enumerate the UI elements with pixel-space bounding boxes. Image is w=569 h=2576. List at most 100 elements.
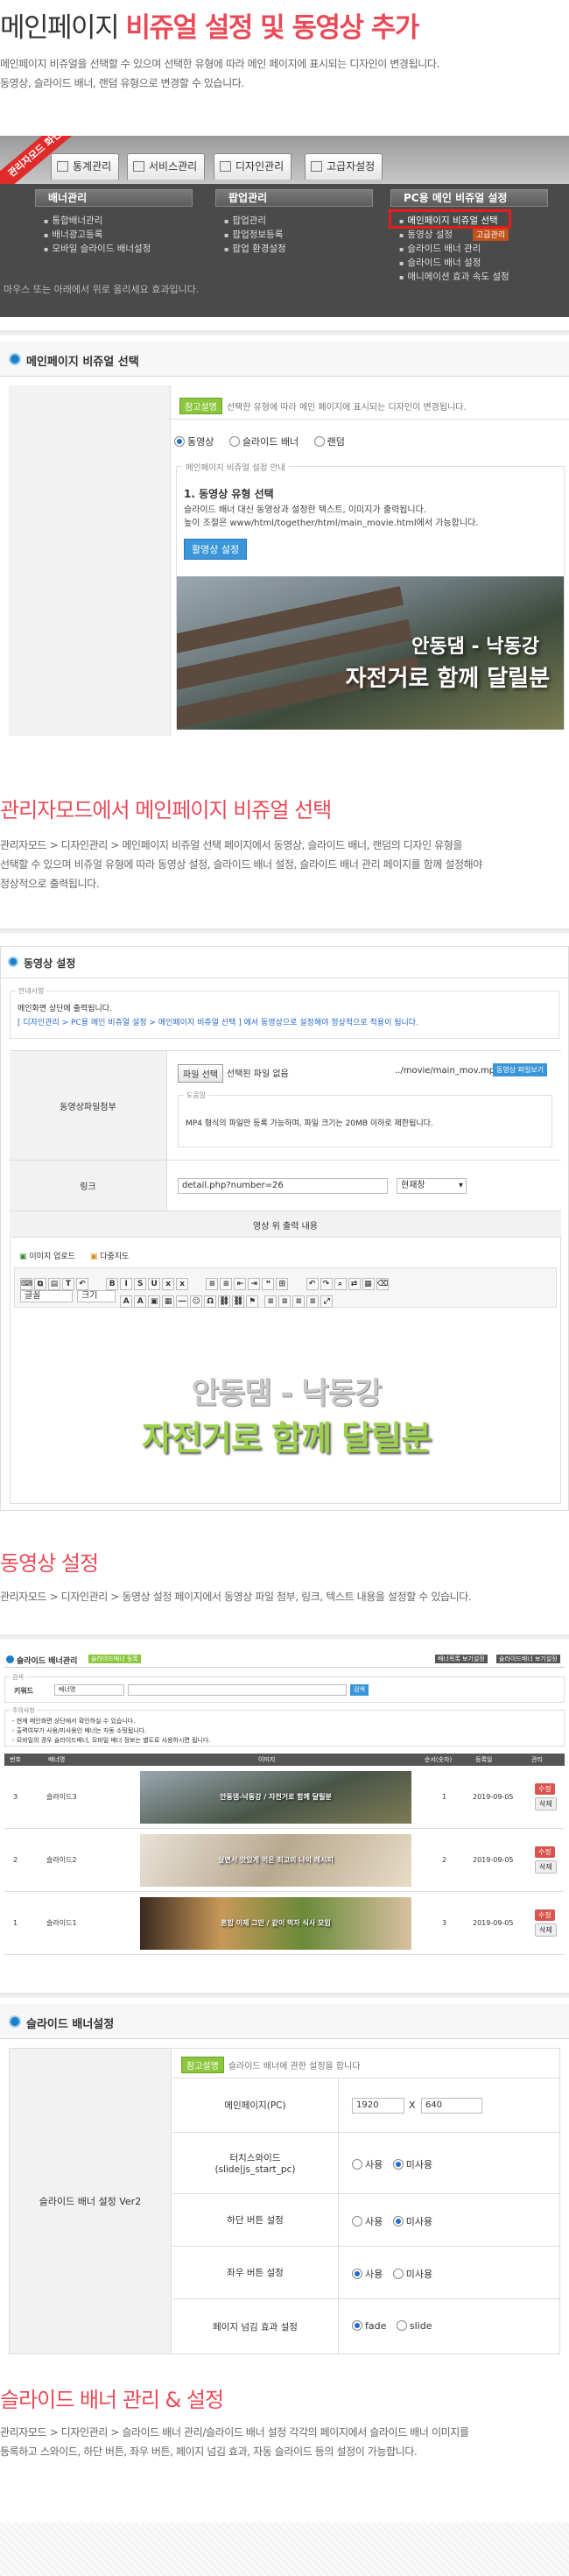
tab-stats[interactable]: 통계관리 <box>51 153 120 180</box>
search-field-select[interactable]: 배너명 <box>54 1684 124 1696</box>
edit-button[interactable]: 수정 <box>535 1846 555 1858</box>
paste-text-icon[interactable]: T <box>62 1278 74 1290</box>
outdent-icon[interactable]: ⇤ <box>234 1278 247 1290</box>
strike-icon[interactable]: S <box>134 1278 147 1290</box>
radio-off[interactable]: 미사용 <box>392 2159 433 2170</box>
maximize-icon[interactable]: ⤢ <box>320 1295 334 1308</box>
link-target-select[interactable]: 현재창 ▾ <box>397 1178 467 1194</box>
menu-item[interactable]: 통합배너관리 <box>44 214 102 227</box>
radio-off[interactable]: 미사용 <box>392 2216 432 2227</box>
menu-item[interactable]: 배너광고등록 <box>44 228 102 241</box>
notice-line-1: - 현재 메인화면 상단에서 확인하실 수 있습니다. <box>12 1718 136 1725</box>
section-separator <box>0 330 569 335</box>
list-view-setting-button[interactable]: 배너목록 보기설정 <box>435 1655 488 1663</box>
find-icon[interactable]: ⌕ <box>334 1278 347 1290</box>
flag-icon[interactable]: ⚑ <box>246 1295 259 1308</box>
undo-icon[interactable]: ↶ <box>306 1278 319 1290</box>
image-insert-icon[interactable]: ▣ <box>148 1295 161 1308</box>
delete-button[interactable]: 삭제 <box>535 1923 557 1937</box>
width-input[interactable]: 1920 <box>352 2098 404 2114</box>
select-all-icon[interactable]: ▦ <box>362 1278 375 1290</box>
hr-icon[interactable]: ― <box>176 1295 189 1308</box>
radio-slide[interactable]: 슬라이드 배너 <box>228 436 299 448</box>
bg-color-icon[interactable]: A <box>134 1295 147 1308</box>
radio-group: 사용 미사용 <box>352 2214 432 2228</box>
tab-advanced[interactable]: 고급자설정 <box>305 153 383 180</box>
radio-video[interactable]: 동영상 <box>174 436 214 448</box>
radio-slide[interactable]: slide <box>396 2320 432 2332</box>
redo-icon[interactable]: ↷ <box>320 1278 333 1290</box>
ordered-list-icon[interactable]: ≡ <box>206 1278 219 1290</box>
undo-icon[interactable]: ↶ <box>76 1278 88 1290</box>
map-icon: ▣ <box>89 1253 98 1261</box>
section3-title: 슬라이드 배너 관리 & 설정 <box>0 2388 224 2412</box>
radio-fade[interactable]: fade <box>352 2320 386 2332</box>
radio-on[interactable]: 사용 <box>352 2216 383 2227</box>
emoji-icon[interactable]: ☺ <box>190 1295 203 1308</box>
radio-on[interactable]: 사용 <box>352 2269 383 2280</box>
table-icon[interactable]: ▦ <box>162 1295 175 1308</box>
menu-item[interactable]: 슬라이드 배너 관리 <box>399 242 481 255</box>
link-icon[interactable]: ⛓ <box>218 1295 231 1308</box>
section1-title: 관리자모드에서 메인페이지 비쥬얼 선택 <box>0 798 332 822</box>
file-choose-button[interactable]: 파일 선택 <box>178 1064 223 1083</box>
size-select[interactable]: 크기 <box>77 1290 116 1302</box>
video-setting-button[interactable]: 활영상 설정 <box>184 539 248 560</box>
tab-multi-map[interactable]: ▣ 다중지도 <box>90 1253 130 1261</box>
radio-off[interactable]: 미사용 <box>392 2269 432 2280</box>
source-icon[interactable]: ⌨ <box>20 1278 32 1290</box>
eraser-icon[interactable]: ⌫ <box>376 1278 389 1290</box>
radio-label: 미사용 <box>405 2159 433 2170</box>
radio-random[interactable]: 랜덤 <box>313 436 345 448</box>
superscript-icon[interactable]: x <box>176 1278 189 1290</box>
bold-icon[interactable]: B <box>106 1278 119 1290</box>
menu-item[interactable]: 모바일 슬라이드 배너설정 <box>44 242 151 255</box>
tab-label: 다중지도 <box>100 1253 130 1261</box>
chevron-down-icon: ▾ <box>458 1181 463 1190</box>
special-char-icon[interactable]: Ω <box>204 1295 217 1308</box>
bullet-list-icon[interactable]: ≡ <box>220 1278 233 1290</box>
paste-icon[interactable]: ▤ <box>48 1278 60 1290</box>
div-icon[interactable]: ⊞ <box>276 1278 289 1290</box>
indent-icon[interactable]: ⇥ <box>248 1278 261 1290</box>
rich-editor: ▣ 이미지 업로드 ▣ 다중지도 ⌨ ⧉ ▤ T ↶ BISUxx ≡ ≡ ⇤ ⇥ ❝ ⊞ ↶ ↷ ⌕… <box>10 1237 561 1504</box>
replace-icon[interactable]: ⇄ <box>348 1278 361 1290</box>
menu-item[interactable]: 동영상 설정 <box>399 228 453 241</box>
align-right-icon[interactable]: ≡ <box>292 1295 306 1308</box>
slide-view-setting-button[interactable]: 슬라이드배너 보기설정 <box>496 1655 560 1663</box>
tab-image-upload[interactable]: ▣ 이미지 업로드 <box>19 1253 75 1261</box>
tab-service[interactable]: 서비스관리 <box>127 153 206 180</box>
link-input[interactable]: detail.php?number=26 <box>178 1178 388 1194</box>
menu-item[interactable]: 애니메이션 효과 속도 설정 <box>399 270 509 283</box>
italic-icon[interactable]: I <box>120 1278 133 1290</box>
quote-icon[interactable]: ❝ <box>262 1278 275 1290</box>
radio-on[interactable]: 사용 <box>352 2159 383 2170</box>
radio-dot <box>392 2216 404 2227</box>
menu-item[interactable]: 팝업관리 <box>224 214 266 227</box>
search-input[interactable] <box>128 1684 347 1696</box>
menu-item[interactable]: 슬라이드 배너 설정 <box>399 256 481 269</box>
delete-button[interactable]: 삭제 <box>535 1797 557 1810</box>
align-center-icon[interactable]: ≡ <box>278 1295 292 1308</box>
font-select[interactable]: 글꼴 <box>20 1290 73 1302</box>
delete-button[interactable]: 삭제 <box>535 1860 557 1874</box>
register-tag[interactable]: 슬라이드배너 등록 <box>88 1655 141 1663</box>
align-justify-icon[interactable]: ≡ <box>306 1295 320 1308</box>
tab-design[interactable]: 디자인관리 <box>214 153 292 180</box>
height-input[interactable]: 640 <box>421 2098 482 2114</box>
menu-item[interactable]: 팝업 환경설정 <box>224 242 285 255</box>
subscript-icon[interactable]: x <box>162 1278 175 1290</box>
underline-icon[interactable]: U <box>148 1278 161 1290</box>
search-button[interactable]: 검색 <box>350 1684 369 1696</box>
edit-button[interactable]: 수정 <box>535 1909 555 1921</box>
row-order: 3 <box>442 1919 447 1927</box>
tip-text: 선택한 유형에 따라 메인 페이지에 표시되는 디자인이 변경됩니다. <box>226 403 467 413</box>
radio-label: 슬라이드 배너 <box>242 436 299 448</box>
copy-icon[interactable]: ⧉ <box>34 1278 46 1290</box>
text-color-icon[interactable]: A <box>120 1295 133 1308</box>
file-view-button[interactable]: 동영상 파일보기 <box>493 1063 548 1076</box>
menu-item[interactable]: 팝업정보등록 <box>224 228 283 241</box>
edit-button[interactable]: 수정 <box>535 1783 555 1795</box>
align-left-icon[interactable]: ≡ <box>264 1295 277 1308</box>
unlink-icon[interactable]: ⛓ <box>232 1295 245 1308</box>
